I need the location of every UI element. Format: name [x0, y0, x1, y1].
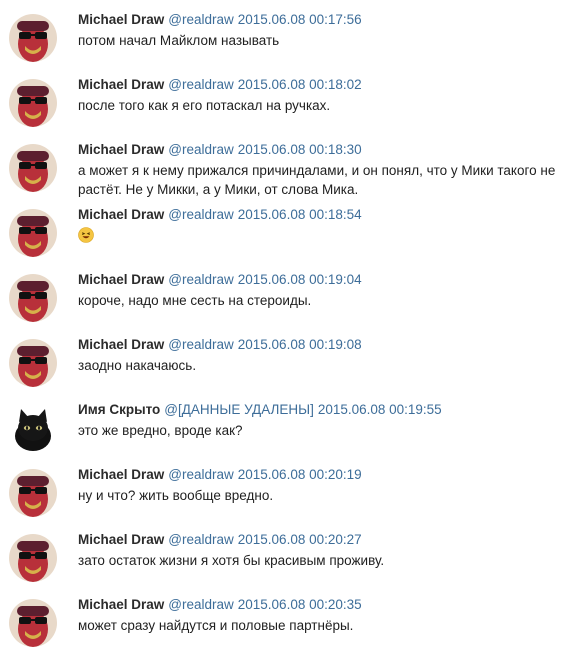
timestamp[interactable]: 2015.06.08 00:19:04: [238, 272, 362, 287]
message-item: Michael Draw @realdraw 2015.06.08 00:20:35…: [0, 585, 567, 647]
user-avatar-icon: [9, 14, 57, 62]
user-avatar-icon: [9, 339, 57, 387]
message-text: может сразу найдутся и половые партнёры.: [78, 618, 354, 633]
message-meta: Michael Draw @realdraw 2015.06.08 00:18:30: [78, 141, 362, 158]
message-text: после того как я его потаскал на ручках.: [78, 98, 331, 113]
avatar[interactable]: [9, 534, 57, 582]
message-meta: Имя Скрыто @[ДАННЫЕ УДАЛЕНЫ] 2015.06.08 00…: [78, 401, 442, 418]
message-meta: Michael Draw @realdraw 2015.06.08 00:18:02: [78, 76, 362, 93]
message-item: Michael Draw @realdraw 2015.06.08 00:19:04…: [0, 260, 567, 322]
author-handle[interactable]: @realdraw: [168, 272, 233, 287]
message-text: [78, 226, 558, 245]
author-name[interactable]: Michael Draw: [78, 467, 164, 482]
user-avatar-icon: [9, 209, 57, 257]
author-handle[interactable]: @realdraw: [168, 12, 233, 27]
message-meta: Michael Draw @realdraw 2015.06.08 00:20:35: [78, 596, 362, 613]
message-text: заодно накачаюсь.: [78, 358, 197, 373]
message-text: зато остаток жизни я хотя бы красивым пр…: [78, 553, 385, 568]
author-name[interactable]: Michael Draw: [78, 272, 164, 287]
user-avatar-icon: [9, 599, 57, 647]
message-text: а может я к нему прижался причиндалами, …: [78, 163, 556, 197]
message-meta: Michael Draw @realdraw 2015.06.08 00:18:54: [78, 206, 362, 223]
user-avatar-icon: [9, 274, 57, 322]
author-handle[interactable]: @realdraw: [168, 467, 233, 482]
message-meta: Michael Draw @realdraw 2015.06.08 00:20:19: [78, 466, 362, 483]
laughing-emoji-icon: [78, 227, 94, 243]
avatar[interactable]: [9, 469, 57, 517]
message-item: Имя Скрыто @[ДАННЫЕ УДАЛЕНЫ] 2015.06.08 00…: [0, 390, 567, 452]
message-text: потом начал Майклом называть: [78, 33, 280, 48]
avatar[interactable]: [9, 144, 57, 192]
author-name[interactable]: Michael Draw: [78, 532, 164, 547]
author-handle[interactable]: @realdraw: [168, 337, 233, 352]
timestamp[interactable]: 2015.06.08 00:18:54: [238, 207, 362, 222]
message-item: Michael Draw @realdraw 2015.06.08 00:17:56…: [0, 0, 567, 62]
message-meta: Michael Draw @realdraw 2015.06.08 00:19:08: [78, 336, 362, 353]
author-handle[interactable]: @realdraw: [168, 532, 233, 547]
message-text: короче, надо мне сесть на стероиды.: [78, 293, 312, 308]
timestamp[interactable]: 2015.06.08 00:20:35: [238, 597, 362, 612]
author-handle[interactable]: @realdraw: [168, 77, 233, 92]
message-item: Michael Draw @realdraw 2015.06.08 00:20:27…: [0, 520, 567, 582]
avatar[interactable]: [9, 79, 57, 127]
author-handle[interactable]: @realdraw: [168, 142, 233, 157]
author-handle[interactable]: @realdraw: [168, 597, 233, 612]
author-name[interactable]: Michael Draw: [78, 12, 164, 27]
author-name[interactable]: Michael Draw: [78, 77, 164, 92]
user-avatar-icon: [9, 469, 57, 517]
author-name[interactable]: Michael Draw: [78, 207, 164, 222]
user-avatar-icon: [9, 144, 57, 192]
timestamp[interactable]: 2015.06.08 00:17:56: [238, 12, 362, 27]
message-item: Michael Draw @realdraw 2015.06.08 00:20:19…: [0, 455, 567, 517]
timestamp[interactable]: 2015.06.08 00:20:19: [238, 467, 362, 482]
author-name[interactable]: Имя Скрыто: [78, 402, 160, 417]
message-list: Michael Draw @realdraw 2015.06.08 00:17:56…: [0, 0, 567, 647]
user-avatar-icon: [9, 534, 57, 582]
avatar[interactable]: [9, 339, 57, 387]
message-item: Michael Draw @realdraw 2015.06.08 00:18:30…: [0, 130, 567, 197]
author-name[interactable]: Michael Draw: [78, 142, 164, 157]
timestamp[interactable]: 2015.06.08 00:19:08: [238, 337, 362, 352]
cat-avatar-icon: [9, 404, 57, 452]
timestamp[interactable]: 2015.06.08 00:18:02: [238, 77, 362, 92]
avatar[interactable]: [9, 599, 57, 647]
author-name[interactable]: Michael Draw: [78, 337, 164, 352]
message-item: Michael Draw @realdraw 2015.06.08 00:19:08…: [0, 325, 567, 387]
message-text: это же вредно, вроде как?: [78, 423, 243, 438]
message-meta: Michael Draw @realdraw 2015.06.08 00:20:27: [78, 531, 362, 548]
author-name[interactable]: Michael Draw: [78, 597, 164, 612]
timestamp[interactable]: 2015.06.08 00:20:27: [238, 532, 362, 547]
avatar[interactable]: [9, 404, 57, 452]
message-item: Michael Draw @realdraw 2015.06.08 00:18:02…: [0, 65, 567, 127]
timestamp[interactable]: 2015.06.08 00:18:30: [238, 142, 362, 157]
author-handle[interactable]: @[ДАННЫЕ УДАЛЕНЫ]: [164, 402, 314, 417]
message-item: Michael Draw @realdraw 2015.06.08 00:18:54: [0, 195, 567, 257]
avatar[interactable]: [9, 14, 57, 62]
message-meta: Michael Draw @realdraw 2015.06.08 00:19:04: [78, 271, 362, 288]
avatar[interactable]: [9, 274, 57, 322]
author-handle[interactable]: @realdraw: [168, 207, 233, 222]
timestamp[interactable]: 2015.06.08 00:19:55: [318, 402, 442, 417]
user-avatar-icon: [9, 79, 57, 127]
message-text: ну и что? жить вообще вредно.: [78, 488, 274, 503]
avatar[interactable]: [9, 209, 57, 257]
message-meta: Michael Draw @realdraw 2015.06.08 00:17:56: [78, 11, 362, 28]
